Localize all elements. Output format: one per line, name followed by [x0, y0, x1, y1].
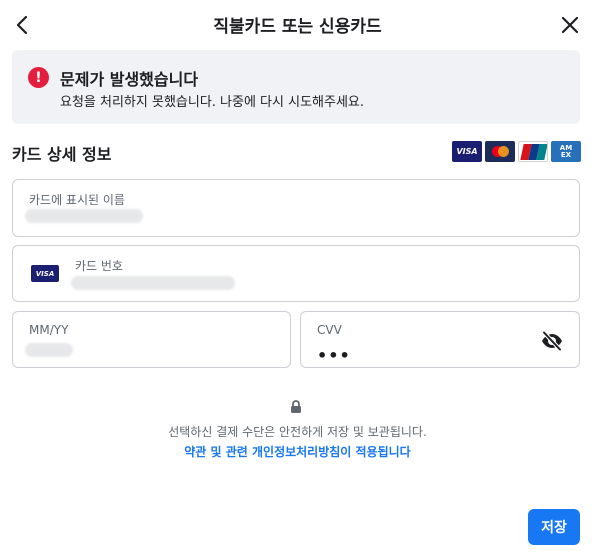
card-number-label: 카드 번호 [75, 259, 123, 273]
unionpay-logo-icon [518, 141, 548, 162]
visa-logo-icon: VISA [452, 141, 482, 162]
visa-logo-text: VISA [456, 147, 478, 156]
lock-icon [291, 400, 301, 413]
card-details-title: 카드 상세 정보 [12, 145, 112, 164]
error-banner: ! 문제가 발생했습니다 요청을 처리하지 못했습니다. 나중에 다시 시도해주… [12, 50, 580, 124]
cvv-label: CVV [317, 323, 342, 337]
cardholder-name-label: 카드에 표시된 이름 [29, 193, 125, 207]
terms-privacy-link[interactable]: 약관 및 관련 개인정보처리방침이 적용됩니다 [0, 443, 595, 460]
mastercard-logo-icon [485, 141, 515, 162]
amex-logo-icon: AM EX [551, 141, 581, 162]
expiry-field[interactable]: MM/YY [12, 311, 291, 368]
cvv-value: ••• [317, 346, 351, 365]
cvv-field[interactable]: CVV ••• [300, 311, 580, 368]
cardholder-name-value-redacted [25, 209, 143, 223]
error-title: 문제가 발생했습니다 [60, 70, 199, 89]
card-number-field[interactable]: VISA 카드 번호 [12, 245, 580, 302]
error-icon: ! [28, 67, 49, 88]
close-button[interactable] [555, 10, 585, 40]
dialog-header: 직불카드 또는 신용카드 [0, 0, 595, 50]
error-message: 요청을 처리하지 못했습니다. 나중에 다시 시도해주세요. [60, 95, 365, 110]
eye-slash-icon [542, 330, 562, 352]
toggle-cvv-visibility-button[interactable] [541, 330, 563, 352]
card-number-value-redacted [71, 276, 235, 290]
close-icon [561, 16, 579, 34]
card-brand-logos: VISA AM EX [452, 141, 581, 162]
secure-storage-notice: 선택하신 결제 수단은 안전하게 저장 및 보관됩니다. [168, 425, 427, 439]
dialog-title: 직불카드 또는 신용카드 [213, 17, 382, 37]
save-button[interactable]: 저장 [528, 509, 580, 545]
card-brand-visa-icon: VISA [31, 265, 59, 282]
expiry-value-redacted [25, 343, 73, 357]
cardholder-name-field[interactable]: 카드에 표시된 이름 [12, 179, 580, 237]
expiry-label: MM/YY [29, 323, 69, 337]
